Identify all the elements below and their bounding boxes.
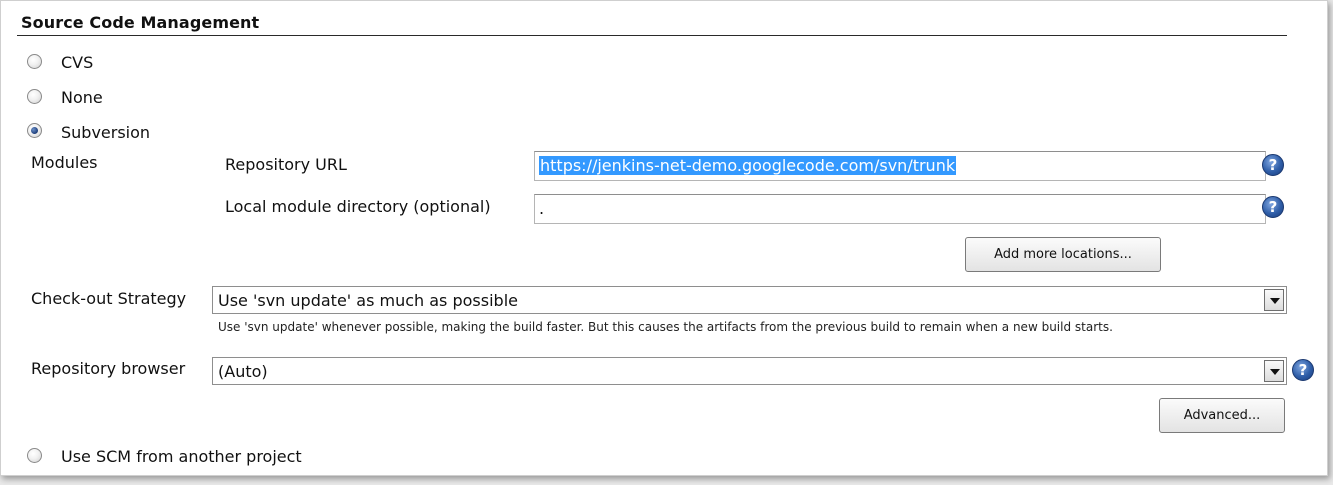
radio-none[interactable] (27, 89, 42, 104)
scm-panel: Source Code Management CVS None Subversi… (0, 0, 1328, 476)
chevron-down-icon[interactable] (1264, 289, 1284, 311)
repository-url-input[interactable]: https://jenkins-net-demo.googlecode.com/… (534, 151, 1266, 181)
section-divider (17, 35, 1287, 36)
repository-url-value: https://jenkins-net-demo.googlecode.com/… (539, 156, 957, 175)
advanced-button[interactable]: Advanced... (1159, 398, 1285, 433)
add-more-locations-button[interactable]: Add more locations... (965, 237, 1161, 272)
radio-use-scm-from-another-project-label[interactable]: Use SCM from another project (61, 447, 302, 466)
section-title: Source Code Management (21, 13, 260, 32)
modules-label: Modules (31, 153, 98, 172)
help-icon[interactable]: ? (1262, 196, 1284, 218)
chevron-down-icon[interactable] (1264, 360, 1284, 382)
radio-subversion[interactable] (27, 123, 42, 138)
help-icon[interactable]: ? (1292, 359, 1314, 381)
repository-browser-label: Repository browser (31, 359, 186, 378)
help-icon[interactable]: ? (1262, 154, 1284, 176)
radio-subversion-label[interactable]: Subversion (61, 123, 150, 142)
radio-none-label[interactable]: None (61, 88, 103, 107)
radio-cvs-label[interactable]: CVS (61, 53, 93, 72)
checkout-strategy-label: Check-out Strategy (31, 289, 187, 308)
checkout-strategy-value: Use 'svn update' as much as possible (218, 291, 518, 310)
repository-browser-select[interactable]: (Auto) (212, 357, 1287, 385)
checkout-strategy-description: Use 'svn update' whenever possible, maki… (218, 320, 1113, 334)
local-module-directory-label: Local module directory (optional) (225, 197, 491, 216)
radio-cvs[interactable] (27, 54, 42, 69)
repository-browser-value: (Auto) (218, 362, 268, 381)
local-module-directory-input[interactable]: . (534, 194, 1266, 224)
radio-use-scm-from-another-project[interactable] (27, 448, 42, 463)
checkout-strategy-select[interactable]: Use 'svn update' as much as possible (212, 286, 1287, 314)
repository-url-label: Repository URL (225, 155, 347, 174)
